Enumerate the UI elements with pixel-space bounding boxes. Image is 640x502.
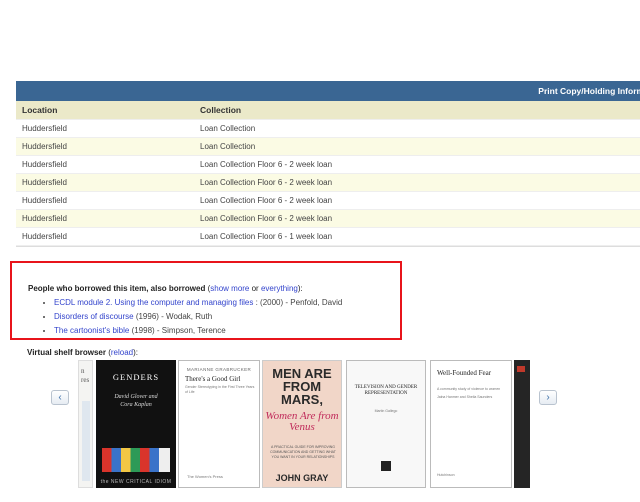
everything-link[interactable]: everything xyxy=(261,284,298,293)
shelf-prev-button[interactable]: ‹ xyxy=(51,390,69,405)
holdings-table: Print Copy/Holding Informati Location Co… xyxy=(16,81,640,247)
cell-location: Huddersfield xyxy=(22,196,67,205)
cover-title: Well-Founded Fear xyxy=(437,369,492,377)
reload-link[interactable]: reload xyxy=(111,348,133,357)
cover-text: n res xyxy=(81,367,90,384)
table-row: Huddersfield Loan Collection Floor 6 - 1… xyxy=(16,228,640,246)
cover-author: JOHN GRAY xyxy=(275,473,329,483)
paren-close: ): xyxy=(133,348,139,357)
publisher-logo-icon xyxy=(381,461,391,471)
table-row: Huddersfield Loan Collection Floor 6 - 2… xyxy=(16,192,640,210)
cell-location: Huddersfield xyxy=(22,160,67,169)
book-cover[interactable]: GENDERS David Glover and Cora Kaplan the… xyxy=(96,360,176,488)
table-divider xyxy=(16,246,640,247)
cell-location: Huddersfield xyxy=(22,124,67,133)
list-item: ECDL module 2. Using the computer and ma… xyxy=(54,296,342,310)
shelf-next-button[interactable]: › xyxy=(539,390,557,405)
cover-title: MEN ARE FROM MARS, xyxy=(272,366,332,407)
column-collection: Collection xyxy=(200,105,242,115)
also-borrowed-panel: People who borrowed this item, also borr… xyxy=(10,261,402,340)
cover-subtitle: A community study of violence to women xyxy=(437,387,501,391)
also-borrowed-list: ECDL module 2. Using the computer and ma… xyxy=(42,296,342,338)
cell-collection: Loan Collection xyxy=(200,124,256,133)
book-cover[interactable]: MEN ARE FROM MARS, Women Are from Venus … xyxy=(262,360,342,488)
cover-title: There's a Good Girl xyxy=(185,375,241,383)
cover-series: the NEW CRITICAL IDIOM xyxy=(100,479,172,485)
book-cover[interactable]: MARIANNE GRABRUCKER There's a Good Girl … xyxy=(178,360,260,488)
book-cover[interactable]: TELEVISION AND GENDER REPRESENTATION Mar… xyxy=(346,360,426,488)
book-cover[interactable] xyxy=(514,360,530,488)
cover-title: TELEVISION AND GENDER REPRESENTATION xyxy=(354,385,418,396)
book-link[interactable]: The cartoonist's bible xyxy=(54,326,129,335)
chevron-right-icon: › xyxy=(546,392,550,403)
cover-subtitle: Gender Stereotyping in the First Three Y… xyxy=(185,385,255,394)
cover-publisher: Hutchinson xyxy=(437,473,455,477)
or-text: or xyxy=(249,284,261,293)
book-details: (1996) - Wodak, Ruth xyxy=(133,312,213,321)
book-cover[interactable]: n res xyxy=(78,360,93,488)
cell-collection: Loan Collection Floor 6 - 2 week loan xyxy=(200,196,333,205)
book-link[interactable]: Disorders of discourse xyxy=(54,312,134,321)
cover-author: MARIANNE GRABRUCKER xyxy=(186,367,252,372)
table-row: Huddersfield Loan Collection xyxy=(16,120,640,138)
paren-close: ): xyxy=(297,284,303,293)
cell-location: Huddersfield xyxy=(22,232,67,241)
shelf-heading: Virtual shelf browser (reload): xyxy=(27,348,138,357)
cover-art xyxy=(102,448,170,472)
cell-location: Huddersfield xyxy=(22,178,67,187)
cell-collection: Loan Collection Floor 6 - 2 week loan xyxy=(200,214,333,223)
cover-art xyxy=(517,366,525,372)
cover-subtitle: A PRACTICAL GUIDE FOR IMPROVING COMMUNIC… xyxy=(270,445,336,459)
holdings-header-band: Print Copy/Holding Informati xyxy=(16,81,640,101)
cover-title-secondary: Women Are from Venus xyxy=(265,410,339,433)
cover-author: Martin Gallego xyxy=(374,409,398,413)
cell-collection: Loan Collection Floor 6 - 2 week loan xyxy=(200,178,333,187)
cell-location: Huddersfield xyxy=(22,214,67,223)
list-item: The cartoonist's bible (1998) - Simpson,… xyxy=(54,324,342,338)
cover-publisher: The Women's Press xyxy=(187,474,223,479)
also-borrowed-heading: People who borrowed this item, also borr… xyxy=(28,284,303,293)
cell-collection: Loan Collection xyxy=(200,142,256,151)
table-row: Huddersfield Loan Collection Floor 6 - 2… xyxy=(16,210,640,228)
shelf-title: Virtual shelf browser xyxy=(27,348,106,357)
holdings-band-title: Print Copy/Holding Informati xyxy=(538,86,640,96)
book-link[interactable]: ECDL module 2. Using the computer and ma… xyxy=(54,298,253,307)
chevron-left-icon: ‹ xyxy=(58,392,62,403)
cell-location: Huddersfield xyxy=(22,142,67,151)
also-borrowed-title: People who borrowed this item, also borr… xyxy=(28,284,206,293)
cover-art xyxy=(82,401,90,481)
table-row: Huddersfield Loan Collection xyxy=(16,138,640,156)
cell-collection: Loan Collection Floor 6 - 2 week loan xyxy=(200,160,333,169)
book-details: (1998) - Simpson, Terence xyxy=(129,326,226,335)
table-row: Huddersfield Loan Collection Floor 6 - 2… xyxy=(16,174,640,192)
book-cover[interactable]: Well-Founded Fear A community study of v… xyxy=(430,360,512,488)
cell-collection: Loan Collection Floor 6 - 1 week loan xyxy=(200,232,333,241)
show-more-link[interactable]: show more xyxy=(210,284,249,293)
table-row: Huddersfield Loan Collection Floor 6 - 2… xyxy=(16,156,640,174)
list-item: Disorders of discourse (1996) - Wodak, R… xyxy=(54,310,342,324)
cover-author: Jalna Hanmer and Sheila Saunders xyxy=(437,395,493,399)
also-borrowed-links: (show more or everything): xyxy=(205,284,303,293)
cover-author: David Glover and Cora Kaplan xyxy=(114,394,158,408)
book-details: : (2000) - Penfold, David xyxy=(253,298,343,307)
holdings-column-header: Location Collection xyxy=(16,101,640,120)
reload-group: (reload): xyxy=(106,348,138,357)
cover-title: GENDERS xyxy=(112,372,160,382)
column-location: Location xyxy=(22,105,58,115)
